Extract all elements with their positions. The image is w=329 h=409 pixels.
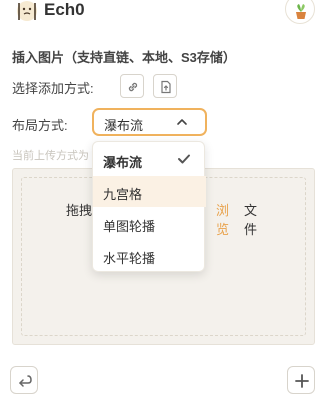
add-button[interactable] xyxy=(287,366,315,394)
section-title: 插入图片（支持直链、本地、S3存储） xyxy=(12,50,236,65)
layout-dropdown-menu: 瀑布流 九宫格 单图轮播 水平轮播 xyxy=(92,141,206,272)
plant-button[interactable] xyxy=(285,0,315,24)
link-icon xyxy=(128,82,138,92)
return-arrow-icon xyxy=(19,375,32,387)
return-button[interactable] xyxy=(10,366,38,394)
upload-file-icon xyxy=(161,80,171,94)
menu-item-grid[interactable]: 九宫格 xyxy=(93,176,206,207)
plus-icon xyxy=(295,374,309,388)
layout-selected-value: 瀑布流 xyxy=(104,118,144,133)
menu-item-waterfall[interactable]: 瀑布流 xyxy=(93,144,206,175)
check-icon xyxy=(178,154,190,164)
link-button[interactable] xyxy=(120,74,144,98)
potted-plant-icon xyxy=(296,4,306,19)
drop-text-suffix: 文件 xyxy=(244,203,258,237)
menu-item-label: 瀑布流 xyxy=(103,155,143,170)
menu-item-single-carousel[interactable]: 单图轮播 xyxy=(93,208,206,239)
layout-label: 布局方式: xyxy=(12,118,68,133)
layout-select[interactable]: 瀑布流 xyxy=(92,108,207,136)
upload-file-button[interactable] xyxy=(153,74,177,98)
app-title: Ech0 xyxy=(44,0,85,19)
menu-item-label: 九宫格 xyxy=(103,187,143,202)
add-method-label: 选择添加方式: xyxy=(12,81,94,96)
menu-item-label: 单图轮播 xyxy=(103,219,156,234)
header: Ech0 xyxy=(0,0,329,24)
menu-item-label: 水平轮播 xyxy=(103,251,156,266)
menu-item-horizontal-carousel[interactable]: 水平轮播 xyxy=(93,240,206,271)
browse-link[interactable]: 浏览 xyxy=(216,200,229,238)
chevron-up-icon xyxy=(177,119,187,125)
kaomoji-avatar-icon[interactable] xyxy=(13,0,39,22)
upload-mode-hint: 当前上传方式为 xyxy=(12,150,89,162)
